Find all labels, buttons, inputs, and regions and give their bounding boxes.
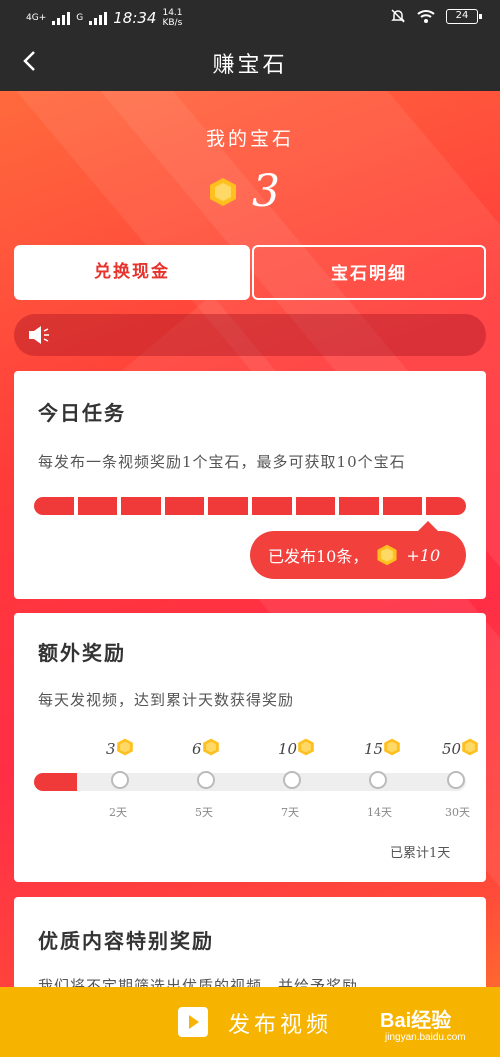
milestone-day: 2天	[109, 806, 127, 819]
progress-segment	[295, 497, 336, 515]
my-gems-label: 我的宝石	[205, 128, 294, 150]
net-speed-value: 14.1	[162, 8, 183, 18]
gem-icon	[210, 178, 236, 206]
announcement-bar[interactable]	[14, 314, 486, 356]
net-speed-unit: KB/s	[162, 18, 183, 28]
progress-segment	[121, 497, 161, 515]
watermark-url: jingyan.baidu.com	[385, 1032, 466, 1043]
bubble-text: 已发布10条，	[268, 547, 369, 566]
milestone-day: 7天	[281, 806, 299, 819]
progress-segment	[252, 497, 292, 515]
streak-track	[34, 773, 466, 791]
accumulated-days: 已累计1天	[390, 846, 451, 861]
network-type-1: 4G+	[26, 13, 47, 23]
milestone-reward: 15	[364, 738, 401, 760]
clock: 18:34	[113, 9, 157, 27]
daily-task-desc: 每发布一条视频奖励1个宝石，最多可获取10个宝石	[38, 453, 406, 471]
progress-segment	[426, 497, 466, 515]
speaker-icon	[29, 326, 49, 344]
quality-reward-title: 优质内容特别奖励	[38, 929, 214, 953]
milestone-node	[197, 771, 215, 789]
gem-icon	[297, 738, 315, 760]
signal-icon	[52, 11, 71, 25]
milestone-node	[283, 771, 301, 789]
signal-icon-2	[89, 11, 108, 25]
tab-gem-details[interactable]: 宝石明细	[252, 245, 486, 300]
milestone-reward: 10	[278, 738, 315, 760]
gem-icon	[202, 738, 220, 760]
tab-bar: 兑换现金 宝石明细	[14, 245, 486, 300]
tab-exchange-cash[interactable]: 兑换现金	[14, 245, 250, 300]
daily-task-title: 今日任务	[38, 401, 126, 425]
progress-segment	[77, 497, 118, 515]
streak-progress	[34, 773, 78, 791]
milestone-day: 14天	[367, 806, 392, 819]
extra-reward-title: 额外奖励	[38, 641, 126, 665]
progress-segment	[382, 497, 423, 515]
battery-icon: 24	[446, 8, 482, 24]
milestone-node	[369, 771, 387, 789]
milestone-reward: 6	[192, 738, 220, 760]
gem-icon	[377, 544, 397, 566]
daily-task-status-bubble: 已发布10条， +10	[250, 521, 466, 579]
milestone-reward: 3	[106, 738, 134, 760]
milestone-node	[447, 771, 465, 789]
progress-segment	[339, 497, 379, 515]
milestone-day: 30天	[445, 806, 470, 819]
watermark-logo: Bai经验	[380, 1010, 452, 1032]
gem-count: 3	[208, 170, 280, 214]
page-title: 赚宝石	[212, 53, 288, 78]
play-icon[interactable]	[178, 1007, 208, 1037]
gem-icon	[461, 738, 479, 760]
progress-segment	[34, 497, 74, 515]
milestone-node	[111, 771, 129, 789]
network-type-2: G	[76, 13, 84, 23]
app-header: 赚宝石	[0, 34, 500, 91]
milestone-reward: 50	[442, 738, 479, 760]
wifi-icon	[417, 10, 435, 23]
mute-bell-icon	[391, 9, 405, 23]
milestone-day: 5天	[195, 806, 213, 819]
progress-segment	[164, 497, 205, 515]
gem-icon	[116, 738, 134, 760]
publish-video-button[interactable]: 发布视频	[228, 1007, 332, 1039]
gem-icon	[383, 738, 401, 760]
bubble-reward: +10	[406, 545, 441, 565]
status-bar: 4G+ G 18:34 14.1 KB/s 24	[0, 0, 500, 34]
progress-segment	[208, 497, 248, 515]
extra-reward-desc: 每天发视频，达到累计天数获得奖励	[38, 691, 295, 709]
gem-count-value: 3	[252, 166, 280, 217]
